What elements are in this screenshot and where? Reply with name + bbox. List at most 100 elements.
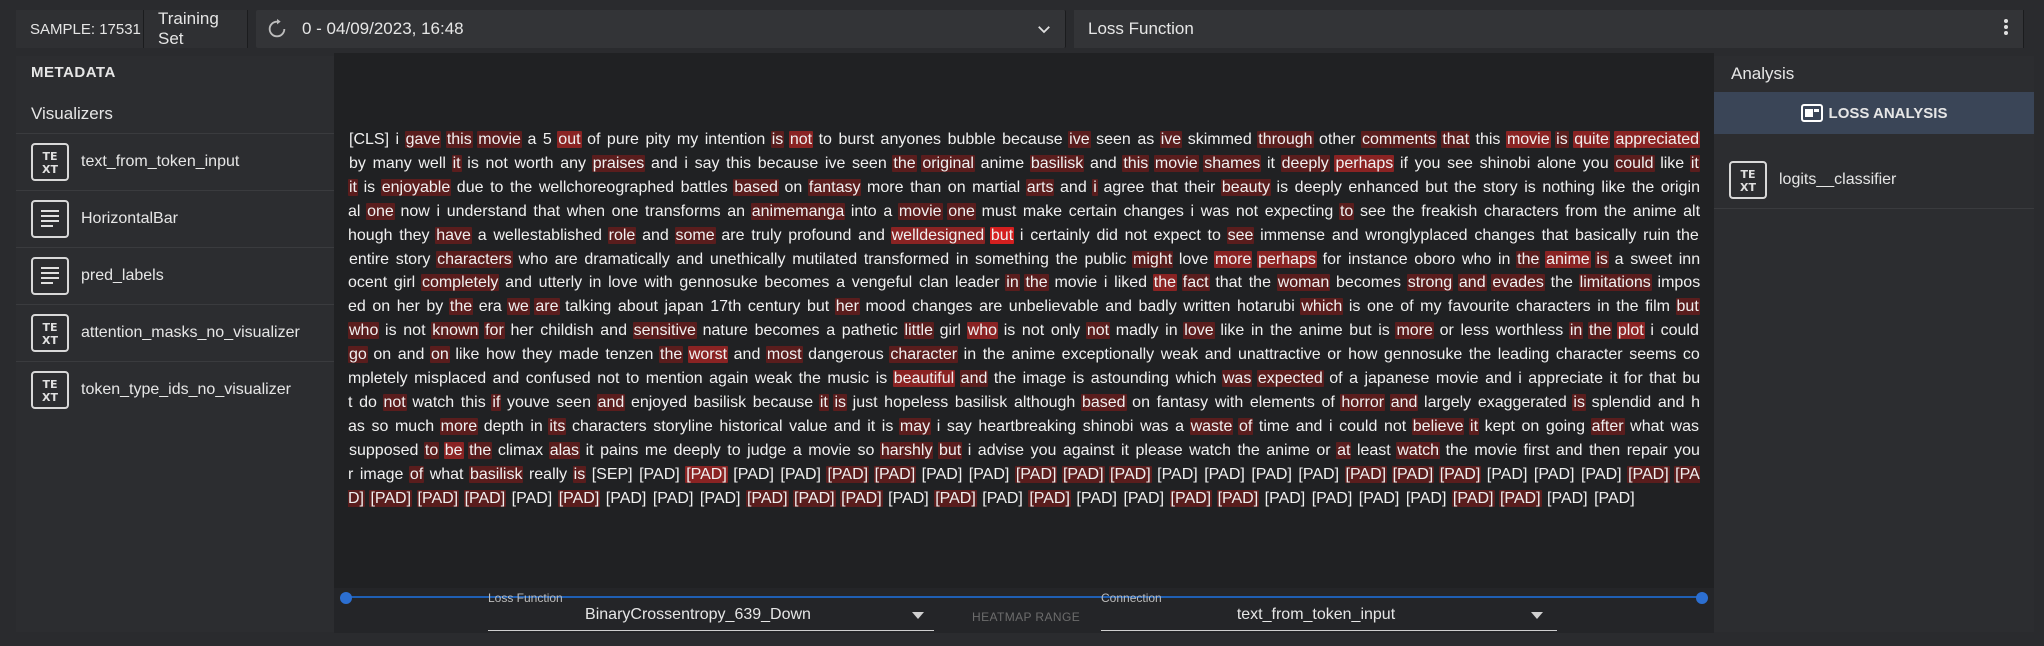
token: role <box>607 226 637 244</box>
dropdown-arrow-icon[interactable] <box>1531 612 1543 620</box>
token: we <box>507 298 530 316</box>
analysis-item-label: logits__classifier <box>1779 171 1897 188</box>
token: splendid <box>1591 393 1652 411</box>
token: [PAD] <box>1251 465 1292 483</box>
token: truly <box>751 226 782 244</box>
visualizer-item-label: HorizontalBar <box>81 210 178 227</box>
token: the <box>1604 202 1627 220</box>
token: is <box>833 393 848 411</box>
token: to <box>727 441 741 459</box>
token: anime <box>1545 250 1591 268</box>
token: and <box>833 417 861 435</box>
token: sweet <box>1630 250 1673 268</box>
token: is <box>1072 370 1085 388</box>
token: century <box>747 298 801 316</box>
token: time <box>1258 417 1290 435</box>
token: do <box>359 393 377 411</box>
token: anime <box>1632 202 1677 220</box>
visualizer-item[interactable]: TE XT attention_masks_no_visualizer <box>16 304 334 361</box>
dropdown-arrow-icon[interactable] <box>912 612 924 620</box>
token: is <box>363 178 376 196</box>
token: weak <box>754 370 793 388</box>
token: an <box>727 202 746 220</box>
token: i <box>1650 322 1654 340</box>
token: is <box>1003 322 1016 340</box>
svg-text:TE: TE <box>1740 168 1755 181</box>
svg-text:XT: XT <box>42 334 58 347</box>
token: becomes <box>764 274 830 292</box>
loss-analysis-button[interactable]: LOSS ANALYSIS <box>1714 92 2034 134</box>
token: basilisk <box>1029 154 1085 172</box>
token: or <box>1327 346 1342 364</box>
token: it <box>818 393 829 411</box>
token: deeply <box>1280 154 1330 172</box>
token: it <box>451 154 462 172</box>
token: the <box>892 154 917 172</box>
token: [PAD] <box>793 489 836 507</box>
heatmap-range-label: HEATMAP RANGE <box>972 610 1081 624</box>
visualizer-item[interactable]: TE XT text_from_token_input <box>16 133 334 190</box>
token: in <box>1597 298 1610 316</box>
range-end-handle[interactable] <box>1696 592 1708 604</box>
token: [PAD] <box>1298 465 1340 483</box>
token: climax <box>497 441 544 459</box>
token: then <box>1589 441 1621 459</box>
token: story <box>1482 178 1518 196</box>
token: my <box>1420 298 1442 316</box>
token: and <box>858 226 885 244</box>
token: [PAD] <box>1014 465 1058 483</box>
token: so <box>371 417 389 435</box>
token: comments <box>1361 131 1437 148</box>
timeline-selector[interactable]: 0 - 04/09/2023, 16:48 <box>256 10 1066 48</box>
token: anime <box>980 154 1025 172</box>
more-options-icon[interactable] <box>2003 18 2009 41</box>
token: original <box>921 154 975 172</box>
token: other <box>1319 131 1356 148</box>
token: on <box>947 178 966 196</box>
token: shinobi <box>1082 417 1134 435</box>
chevron-down-icon[interactable] <box>1035 20 1053 38</box>
svg-text:TE: TE <box>42 150 57 163</box>
refresh-icon[interactable] <box>266 18 288 40</box>
token: about <box>617 298 658 316</box>
token: in <box>530 417 543 435</box>
analysis-item[interactable]: TE XT logits__classifier <box>1714 152 2034 209</box>
token: battles <box>680 178 728 196</box>
token: characters <box>1483 202 1559 220</box>
token: ive <box>1159 131 1183 148</box>
token: and <box>1457 274 1487 292</box>
token: worthless <box>1495 322 1564 340</box>
token: movie <box>1153 154 1199 172</box>
token: [PAD] <box>1547 489 1588 507</box>
token: [PAD] <box>873 465 917 483</box>
token: value <box>789 417 828 435</box>
token: [PAD] <box>1438 465 1482 483</box>
token: is <box>1572 393 1586 411</box>
loss-function-title: Loss Function <box>1088 19 1194 38</box>
token: so <box>857 441 875 459</box>
visualizer-item[interactable]: pred_labels <box>16 247 334 304</box>
token: image <box>359 465 404 483</box>
token: after <box>1590 417 1625 435</box>
token: [PAD] <box>733 465 774 483</box>
token: utterly <box>538 274 583 292</box>
token: who <box>1461 250 1492 268</box>
loss-function-header[interactable]: Loss Function <box>1074 10 2024 48</box>
svg-text:TE: TE <box>42 321 57 334</box>
visualizer-item[interactable]: HorizontalBar <box>16 190 334 247</box>
token: film <box>1645 298 1670 316</box>
range-start-handle[interactable] <box>340 592 352 604</box>
token: the <box>1454 178 1477 196</box>
visualizer-item[interactable]: TE XT token_type_ids_no_visualizer <box>16 361 334 418</box>
token: [PAD] <box>1076 489 1117 507</box>
token: see <box>1447 154 1473 172</box>
token: only <box>1050 322 1081 340</box>
token: but <box>1349 322 1372 340</box>
token: [PAD] <box>369 489 413 507</box>
token: i <box>1518 370 1522 388</box>
token: leading <box>1497 346 1550 364</box>
token: weak <box>1160 346 1199 364</box>
dataset-selector[interactable]: Training Set <box>144 9 248 48</box>
token: leader <box>955 274 1000 292</box>
token: in <box>1568 322 1584 340</box>
